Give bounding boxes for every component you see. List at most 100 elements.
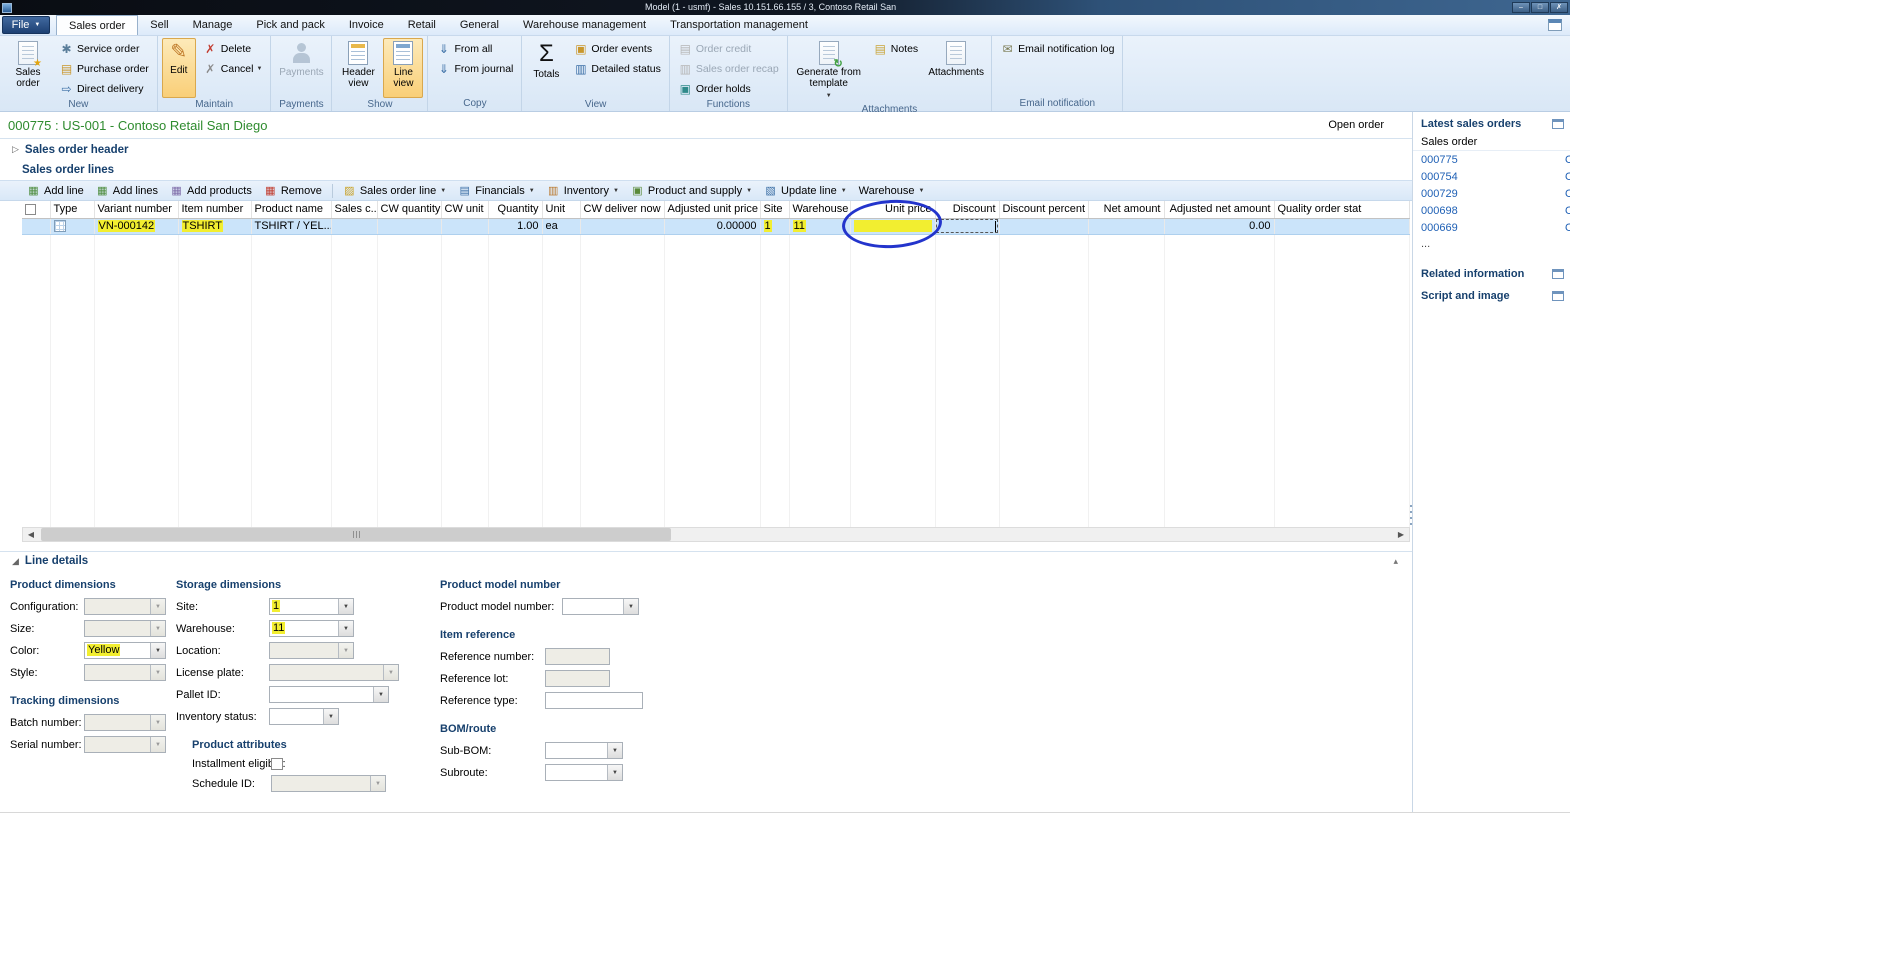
remove-button[interactable]: ▦ Remove [259, 183, 327, 198]
sales-order-link[interactable]: 000754 [1421, 171, 1458, 183]
tab-pick-and-pack[interactable]: Pick and pack [244, 15, 336, 35]
totals-button[interactable]: Σ Totals [526, 38, 566, 98]
expand-arrow-icon[interactable]: ▷ [12, 144, 19, 155]
dropdown-arrow-icon[interactable]: ▼ [623, 599, 638, 614]
email-notification-log-button[interactable]: ✉ Email notification log [996, 39, 1118, 58]
list-item[interactable]: 000698 Open order [1413, 202, 1570, 219]
sub-bom-combo[interactable]: ▼ [545, 742, 623, 759]
sales-order-link[interactable]: 000669 [1421, 222, 1458, 234]
line-details-section-header[interactable]: ◢ Line details ▴ [0, 551, 1412, 570]
dropdown-arrow-icon[interactable]: ▼ [338, 599, 353, 614]
warehouse-combo[interactable]: 11 ▼ [269, 620, 354, 637]
tab-invoice[interactable]: Invoice [337, 15, 396, 35]
tab-general[interactable]: General [448, 15, 511, 35]
cell-adjusted-net-amount[interactable]: 0.00 [1164, 218, 1274, 234]
cell-cw-unit[interactable] [441, 218, 488, 234]
scroll-left-button[interactable]: ◀ [23, 528, 39, 541]
maximize-button[interactable]: □ [1531, 2, 1549, 13]
update-line-menu-button[interactable]: ▧ Update line ▼ [759, 183, 852, 198]
column-header-product-name[interactable]: Product name [251, 201, 331, 218]
cell-product-name[interactable]: TSHIRT / YEL... [251, 218, 331, 234]
column-header-warehouse[interactable]: Warehouse [789, 201, 850, 218]
tab-transportation-management[interactable]: Transportation management [658, 15, 820, 35]
script-and-image-header[interactable]: Script and image [1413, 284, 1570, 306]
file-menu-button[interactable]: File ▼ [2, 16, 50, 34]
cell-quantity[interactable]: 1.00 [488, 218, 542, 234]
add-line-button[interactable]: ▦ Add line [22, 183, 89, 198]
dropdown-arrow-icon[interactable]: ▼ [323, 709, 338, 724]
sales-order-link[interactable]: 000775 [1421, 154, 1458, 166]
cell-net-amount[interactable] [1088, 218, 1164, 234]
column-header-variant-number[interactable]: Variant number [94, 201, 178, 218]
list-item[interactable]: 000669 Open order [1413, 219, 1570, 236]
site-combo[interactable]: 1 ▼ [269, 598, 354, 615]
subroute-combo[interactable]: ▼ [545, 764, 623, 781]
collapse-arrow-icon[interactable]: ◢ [12, 556, 19, 567]
attachments-button[interactable]: Attachments [925, 38, 987, 98]
sales-order-header-section[interactable]: ▷ Sales order header [0, 138, 1412, 160]
dropdown-arrow-icon[interactable]: ▼ [607, 743, 622, 758]
product-and-supply-menu-button[interactable]: ▣ Product and supply ▼ [626, 183, 757, 198]
column-header-unit-price[interactable]: Unit price [850, 201, 935, 218]
generate-from-template-button[interactable]: ↻ Generate from template ▼ [792, 38, 866, 103]
sales-order-link[interactable]: 000729 [1421, 188, 1458, 200]
order-events-button[interactable]: ▣ Order events [569, 39, 664, 58]
detailed-status-button[interactable]: ▥ Detailed status [569, 59, 664, 78]
inventory-status-combo[interactable]: ▼ [269, 708, 339, 725]
financials-menu-button[interactable]: ▤ Financials ▼ [453, 183, 539, 198]
cell-discount-percent[interactable] [999, 218, 1088, 234]
column-header-quality-order-status[interactable]: Quality order stat [1274, 201, 1410, 218]
service-order-button[interactable]: ✱ Service order [55, 39, 153, 58]
list-item[interactable]: 000729 Open order [1413, 185, 1570, 202]
scroll-right-button[interactable]: ▶ [1393, 528, 1409, 541]
collapse-chevron-icon[interactable]: ▴ [1393, 556, 1398, 567]
reference-type-field[interactable] [545, 692, 643, 709]
cell-type[interactable] [50, 218, 94, 234]
open-factbox-icon[interactable] [1552, 269, 1564, 279]
scroll-track[interactable] [39, 528, 1393, 541]
warehouse-menu-button[interactable]: Warehouse ▼ [854, 184, 930, 198]
select-all-checkbox[interactable] [25, 204, 36, 215]
purchase-order-button[interactable]: ▤ Purchase order [55, 59, 153, 78]
scroll-thumb[interactable] [41, 528, 671, 541]
cell-item-number[interactable]: TSHIRT [178, 218, 251, 234]
more-link[interactable]: ... [1413, 236, 1570, 252]
sales-order-button[interactable]: ★ Sales order [4, 38, 52, 98]
from-all-button[interactable]: ⇓ From all [432, 39, 517, 58]
order-holds-button[interactable]: ▣ Order holds [674, 79, 783, 98]
close-button[interactable]: ✗ [1550, 2, 1568, 13]
installment-eligible-checkbox[interactable] [271, 758, 283, 770]
cell-sales-category[interactable] [331, 218, 377, 234]
open-factbox-icon[interactable] [1552, 119, 1564, 129]
cell-cw-quantity[interactable] [377, 218, 441, 234]
minimize-button[interactable]: – [1512, 2, 1530, 13]
tab-sales-order[interactable]: Sales order [56, 15, 138, 35]
header-view-button[interactable]: Header view [336, 38, 380, 98]
column-header-sales-category[interactable]: Sales c... [331, 201, 377, 218]
table-row[interactable]: VN-000142 TSHIRT TSHIRT / YEL... 1.00 ea… [22, 218, 1410, 234]
cell-unit-price[interactable] [850, 218, 935, 234]
line-view-button[interactable]: Line view [383, 38, 423, 98]
sales-order-line-menu-button[interactable]: ▨ Sales order line ▼ [338, 183, 451, 198]
notes-button[interactable]: ▤ Notes [869, 39, 922, 58]
select-all-header[interactable] [22, 201, 50, 218]
edit-button[interactable]: ✎ Edit [162, 38, 196, 98]
list-item[interactable]: 000775 Open order [1413, 151, 1570, 168]
cell-discount[interactable] [935, 218, 999, 234]
color-combo[interactable]: Yellow ▼ [84, 642, 166, 659]
cell-warehouse[interactable]: 11 [789, 218, 850, 234]
add-products-button[interactable]: ▦ Add products [165, 183, 257, 198]
column-header-item-number[interactable]: Item number [178, 201, 251, 218]
column-header-site[interactable]: Site [760, 201, 789, 218]
panel-splitter[interactable] [1410, 505, 1412, 527]
tab-warehouse-management[interactable]: Warehouse management [511, 15, 658, 35]
cell-cw-deliver-now[interactable] [580, 218, 664, 234]
column-header-cw-quantity[interactable]: CW quantity [377, 201, 441, 218]
window-layout-icon[interactable] [1548, 19, 1562, 31]
column-header-adjusted-unit-price[interactable]: Adjusted unit price [664, 201, 760, 218]
tab-sell[interactable]: Sell [138, 15, 180, 35]
dropdown-arrow-icon[interactable]: ▼ [373, 687, 388, 702]
open-factbox-icon[interactable] [1552, 291, 1564, 301]
pallet-id-combo[interactable]: ▼ [269, 686, 389, 703]
column-header-net-amount[interactable]: Net amount [1088, 201, 1164, 218]
